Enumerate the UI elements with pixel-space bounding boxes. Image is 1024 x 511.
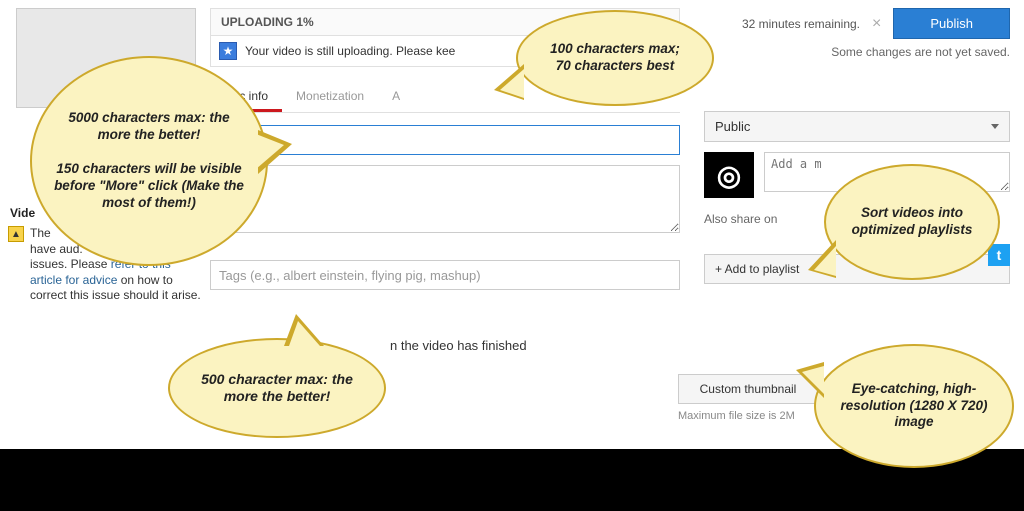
privacy-dropdown[interactable]: Public [704,111,1010,142]
avatar: ◎ [704,152,754,198]
upload-info-text: Your video is still uploading. Please ke… [245,44,455,58]
annotation-playlist: Sort videos into optimized playlists [824,164,1000,280]
time-remaining: 32 minutes remaining. [742,17,860,31]
privacy-value: Public [715,119,750,134]
tags-input[interactable] [210,260,680,290]
save-status: Some changes are not yet saved. [704,45,1010,59]
tab-advanced[interactable]: A [378,81,414,112]
description-input[interactable] [210,165,680,233]
tab-monetization[interactable]: Monetization [282,81,378,112]
publish-button[interactable]: Publish [893,8,1010,39]
annotation-tags: 500 character max: the more the better! [168,338,386,438]
annotation-title: 100 characters max; 70 characters best [516,10,714,106]
close-icon[interactable]: × [872,15,881,33]
chevron-down-icon [991,124,999,129]
annotation-description: 5000 characters max: the more the better… [30,56,268,266]
warning-icon: ▲ [8,226,24,242]
annotation-thumbnail: Eye-catching, high-resolution (1280 X 72… [814,344,1014,468]
twitter-icon[interactable]: t [988,244,1010,266]
star-icon: ★ [219,42,237,60]
